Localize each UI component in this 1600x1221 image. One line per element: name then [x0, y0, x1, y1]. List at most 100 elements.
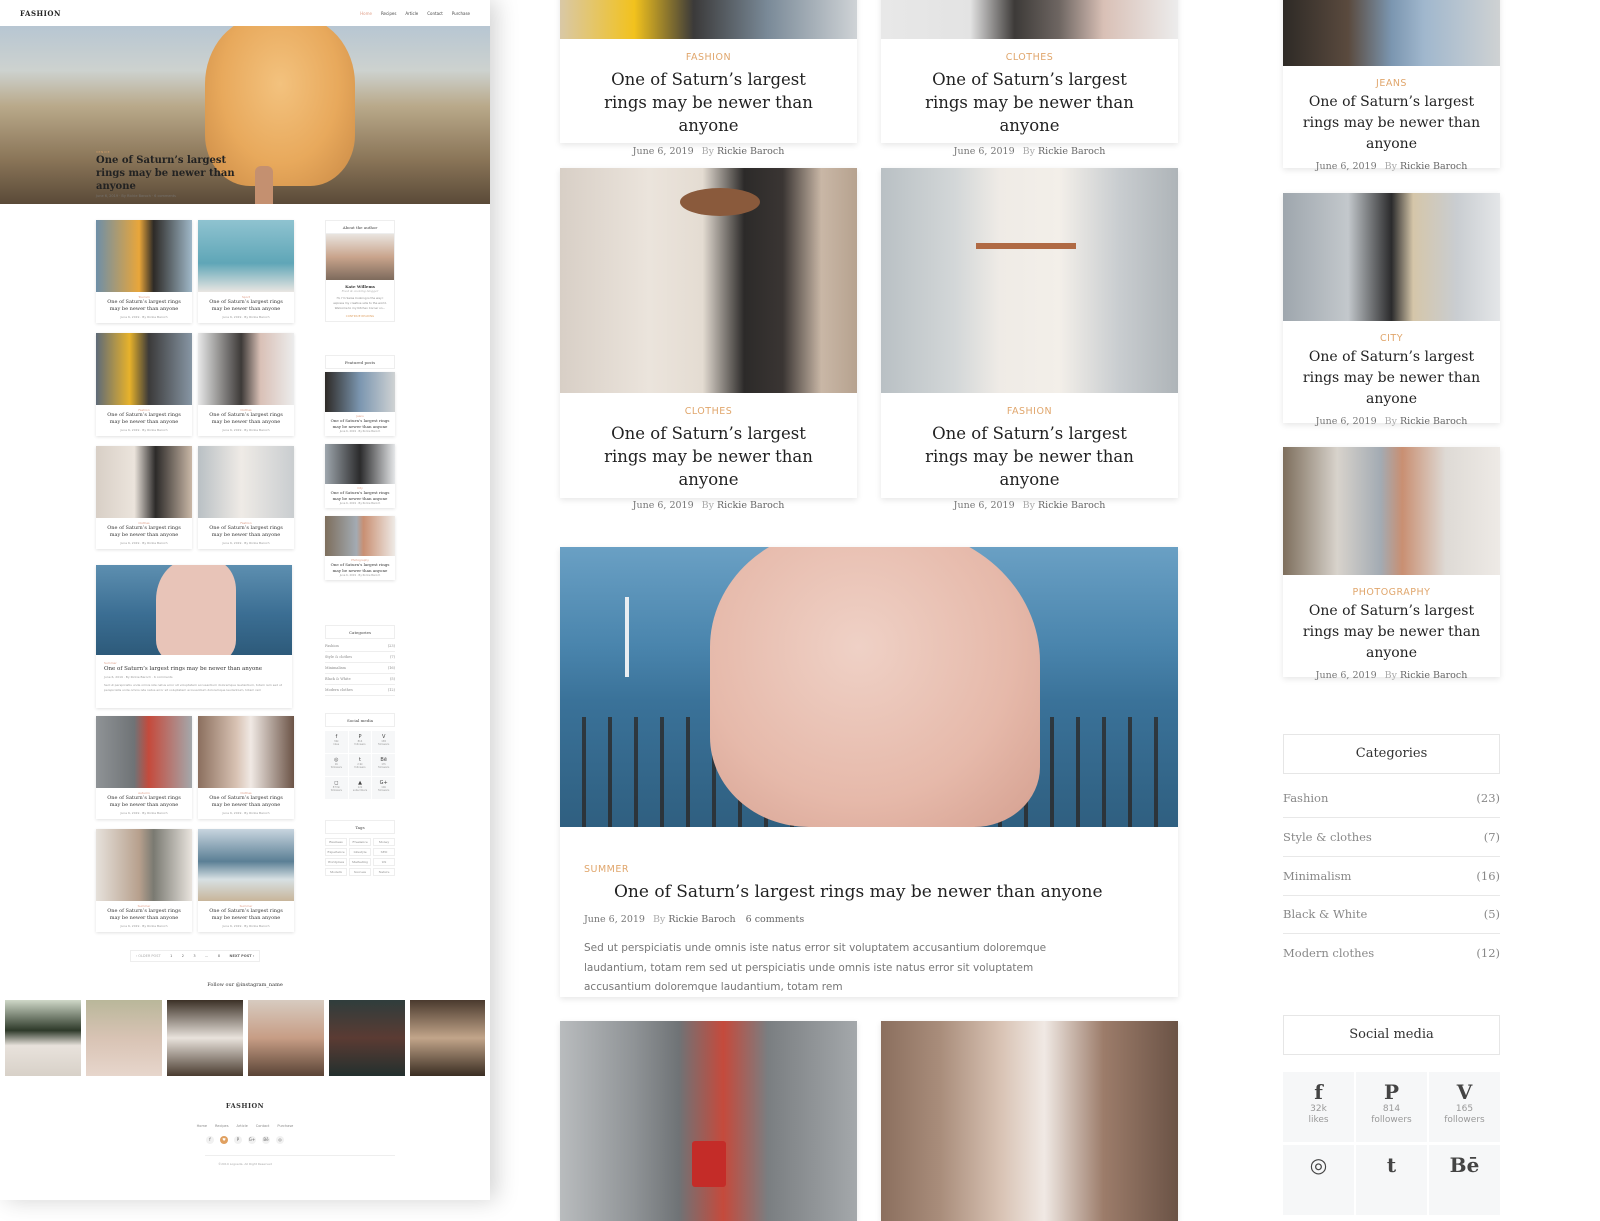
mini-category-name[interactable]: Modern clothes — [325, 688, 353, 692]
mini-wide-post[interactable]: Summer One of Saturn’s largest rings may… — [96, 565, 292, 708]
category-name[interactable]: Minimalism — [1283, 869, 1351, 883]
footer-menu-item[interactable]: Recipes — [215, 1124, 229, 1128]
mini-wide-title[interactable]: One of Saturn’s largest rings may be new… — [96, 665, 292, 673]
post-card[interactable]: FASHION One of Saturn’s largest rings ma… — [560, 0, 857, 157]
post-card-title[interactable]: One of Saturn’s largest rings may be new… — [881, 68, 1178, 137]
mini-tag[interactable]: Nature — [373, 868, 395, 876]
social-tile-vimeo[interactable]: V 165 followers — [1429, 1072, 1500, 1142]
mini-tag[interactable]: Success — [349, 868, 371, 876]
page-link[interactable]: 8 — [218, 954, 220, 958]
featured-post[interactable]: PHOTOGRAPHY One of Saturn’s largest ring… — [1283, 447, 1500, 681]
instagram-title[interactable]: Follow our @instagram_name — [0, 982, 490, 988]
mini-hero[interactable]: VENICE One of Saturn’s largest rings may… — [0, 26, 490, 204]
mini-post-title[interactable]: One of Saturn’s largest rings may be new… — [198, 299, 294, 313]
mini-social-tile-youtube[interactable]: ▲ 12k subscribers — [348, 777, 372, 799]
mini-post-card[interactable]: Fashion One of Saturn’s largest rings ma… — [96, 333, 192, 436]
social-tile-pinterest[interactable]: P 814 followers — [1356, 1072, 1427, 1142]
post-author[interactable]: Rickie Baroch — [717, 500, 784, 511]
post-card-category[interactable]: FASHION — [881, 406, 1178, 417]
instagram-photo[interactable] — [86, 1000, 162, 1076]
footer-logo[interactable]: FASHION — [0, 1102, 490, 1110]
google-plus-icon[interactable]: G+ — [248, 1136, 256, 1144]
mini-logo[interactable]: FASHION — [20, 9, 61, 18]
social-tile-twitter[interactable]: t — [1356, 1145, 1427, 1215]
mini-category-item[interactable]: Style & clothes (7) — [325, 652, 395, 663]
mini-tag[interactable]: Modern — [325, 868, 347, 876]
instagram-photo[interactable] — [248, 1000, 324, 1076]
mini-tag[interactable]: Business — [325, 838, 347, 846]
category-name[interactable]: Modern clothes — [1283, 946, 1374, 960]
post-author[interactable]: Rickie Baroch — [668, 914, 735, 925]
mini-menu-item[interactable]: Purchase — [452, 11, 470, 16]
mini-social-tile-dribbble[interactable]: ◎ 1K followers — [325, 754, 348, 776]
mini-menu-item[interactable]: Article — [405, 11, 418, 16]
mini-post-title[interactable]: One of Saturn’s largest rings may be new… — [198, 908, 294, 922]
mini-featured-title[interactable]: One of Saturn’s largest rings may be new… — [325, 418, 395, 430]
featured-post[interactable]: CITY One of Saturn’s largest rings may b… — [1283, 193, 1500, 427]
footer-menu-item[interactable]: Purchase — [277, 1124, 293, 1128]
category-item[interactable]: Minimalism (16) — [1283, 857, 1500, 896]
mini-post-title[interactable]: One of Saturn’s largest rings may be new… — [96, 412, 192, 426]
social-tile-behance[interactable]: Bē — [1429, 1145, 1500, 1215]
mini-tag[interactable]: Money — [373, 838, 395, 846]
instagram-photo[interactable] — [5, 1000, 81, 1076]
category-name[interactable]: Black & White — [1283, 907, 1367, 921]
mini-tag[interactable]: Wordpress — [325, 858, 347, 866]
post-author[interactable]: Rickie Baroch — [1038, 146, 1105, 157]
mini-post-title[interactable]: One of Saturn’s largest rings may be new… — [96, 908, 192, 922]
mini-social-tile-vimeo[interactable]: V 165 followers — [372, 731, 395, 753]
mini-post-card[interactable]: Tourism One of Saturn’s largest rings ma… — [96, 220, 192, 323]
mini-tag[interactable]: Freelance — [349, 838, 371, 846]
social-tile-dribbble[interactable]: ◎ — [1283, 1145, 1354, 1215]
footer-menu-item[interactable]: Home — [197, 1124, 207, 1128]
instagram-photo[interactable] — [167, 1000, 243, 1076]
post-card[interactable] — [881, 1021, 1178, 1221]
featured-post-category[interactable]: JEANS — [1283, 78, 1500, 89]
mini-category-item[interactable]: Minimalism (16) — [325, 663, 395, 674]
wide-post-title[interactable]: One of Saturn’s largest rings may be new… — [584, 881, 1154, 904]
featured-post-category[interactable]: CITY — [1283, 333, 1500, 344]
mini-category-name[interactable]: Style & clothes — [325, 655, 352, 659]
post-author[interactable]: Rickie Baroch — [1400, 416, 1467, 427]
mini-tag[interactable]: Marketing — [349, 858, 371, 866]
next-post-link[interactable]: NEXT POST › — [230, 954, 255, 958]
post-card[interactable]: CLOTHES One of Saturn’s largest rings ma… — [881, 0, 1178, 157]
post-card[interactable]: FASHION One of Saturn’s largest rings ma… — [881, 168, 1178, 511]
older-post-link[interactable]: ‹ OLDER POST — [136, 954, 161, 958]
mini-post-title[interactable]: One of Saturn’s largest rings may be new… — [96, 525, 192, 539]
post-card-title[interactable]: One of Saturn’s largest rings may be new… — [881, 422, 1178, 491]
featured-post-title[interactable]: One of Saturn’s largest rings may be new… — [1283, 601, 1500, 664]
mini-post-card[interactable]: Fashion One of Saturn’s largest rings ma… — [198, 446, 294, 549]
social-tile-facebook[interactable]: f 32k likes — [1283, 1072, 1354, 1142]
post-card-title[interactable]: One of Saturn’s largest rings may be new… — [560, 422, 857, 491]
pinterest-icon[interactable]: P — [234, 1136, 242, 1144]
mini-post-card[interactable]: Clothes One of Saturn’s largest rings ma… — [198, 716, 294, 819]
facebook-icon[interactable]: f — [206, 1136, 214, 1144]
post-card[interactable]: CLOTHES One of Saturn’s largest rings ma… — [560, 168, 857, 511]
post-card-category[interactable]: CLOTHES — [560, 406, 857, 417]
heart-icon[interactable]: ♥ — [220, 1136, 228, 1144]
page-link[interactable]: 1 — [170, 954, 172, 958]
featured-post-title[interactable]: One of Saturn’s largest rings may be new… — [1283, 347, 1500, 410]
mini-post-title[interactable]: One of Saturn’s largest rings may be new… — [198, 525, 294, 539]
post-comments[interactable]: 6 comments — [746, 914, 805, 925]
mini-post-card[interactable]: Clothes One of Saturn’s largest rings ma… — [198, 333, 294, 436]
category-name[interactable]: Fashion — [1283, 791, 1328, 805]
instagram-photo[interactable] — [329, 1000, 405, 1076]
mini-post-card[interactable]: Sport One of Saturn’s largest rings may … — [198, 220, 294, 323]
featured-post-category[interactable]: PHOTOGRAPHY — [1283, 587, 1500, 598]
mini-category-item[interactable]: Fashion (23) — [325, 641, 395, 652]
mini-category-name[interactable]: Fashion — [325, 644, 339, 648]
mini-tag[interactable]: Lifestyle — [349, 848, 371, 856]
mini-menu-item[interactable]: Recipes — [381, 11, 396, 16]
wide-post-card[interactable]: SUMMER One of Saturn’s largest rings may… — [560, 547, 1178, 997]
page-link[interactable]: 2 — [182, 954, 184, 958]
post-card-title[interactable]: One of Saturn’s largest rings may be new… — [560, 68, 857, 137]
featured-post[interactable]: JEANS One of Saturn’s largest rings may … — [1283, 0, 1500, 172]
post-card-category[interactable]: CLOTHES — [881, 52, 1178, 63]
category-item[interactable]: Fashion (23) — [1283, 779, 1500, 818]
post-card-category[interactable]: FASHION — [560, 52, 857, 63]
mini-social-tile-twitter[interactable]: t 2.9k followers — [348, 754, 372, 776]
mini-post-card[interactable]: Clothes One of Saturn’s largest rings ma… — [96, 446, 192, 549]
page-link[interactable]: 3 — [193, 954, 195, 958]
